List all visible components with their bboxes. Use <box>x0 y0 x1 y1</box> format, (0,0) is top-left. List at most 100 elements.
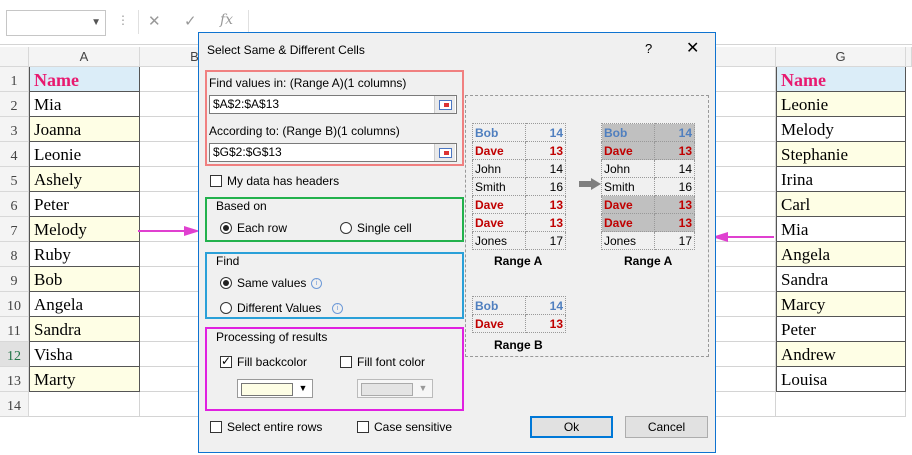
column-g-cell[interactable]: Marcy <box>776 292 906 317</box>
row-header[interactable]: 5 <box>0 167 29 192</box>
column-f-cell[interactable] <box>716 242 776 267</box>
column-a-cell[interactable]: Visha <box>29 342 140 367</box>
column-header-g[interactable]: G <box>776 47 906 67</box>
fill-font-color-checkbox[interactable] <box>340 356 352 368</box>
column-g-cell[interactable]: Mia <box>776 217 906 242</box>
column-a-cell[interactable]: Melody <box>29 217 140 242</box>
column-f-cell[interactable] <box>716 192 776 217</box>
range-a-input[interactable]: $A$2:$A$13 <box>209 95 457 114</box>
column-f-cell[interactable] <box>716 267 776 292</box>
column-b-cell[interactable] <box>140 392 200 417</box>
column-f-cell[interactable] <box>716 367 776 392</box>
row-header[interactable]: 4 <box>0 142 29 167</box>
column-g-cell[interactable]: Angela <box>776 242 906 267</box>
column-a-cell[interactable]: Angela <box>29 292 140 317</box>
column-b-cell[interactable] <box>140 192 200 217</box>
row-header[interactable]: 2 <box>0 92 29 117</box>
column-a-cell[interactable]: Leonie <box>29 142 140 167</box>
same-values-radio[interactable] <box>220 277 232 289</box>
column-f-cell[interactable] <box>716 392 776 417</box>
function-fx-icon[interactable]: fx <box>220 12 233 28</box>
column-f-cell[interactable] <box>716 92 776 117</box>
column-g-cell[interactable] <box>776 392 906 417</box>
column-header-a[interactable]: A <box>29 47 140 67</box>
info-icon[interactable]: i <box>311 278 322 289</box>
column-b-cell[interactable] <box>140 267 200 292</box>
column-a-cell[interactable]: Joanna <box>29 117 140 142</box>
case-sensitive-checkbox[interactable] <box>357 421 369 433</box>
column-b-cell[interactable] <box>140 292 200 317</box>
dropdown-arrow-icon[interactable]: ▼ <box>414 380 432 397</box>
column-g-cell[interactable]: Irina <box>776 167 906 192</box>
column-f-cell[interactable] <box>716 142 776 167</box>
column-a-header-cell[interactable]: Name <box>29 67 140 92</box>
row-header[interactable]: 3 <box>0 117 29 142</box>
column-a-cell[interactable]: Ashely <box>29 167 140 192</box>
name-box[interactable]: ▼ <box>6 10 106 36</box>
column-g-cell[interactable]: Melody <box>776 117 906 142</box>
row-header[interactable]: 13 <box>0 367 29 392</box>
column-header-f[interactable] <box>716 47 776 67</box>
column-a-cell[interactable]: Sandra <box>29 317 140 342</box>
column-g-cell[interactable]: Louisa <box>776 367 906 392</box>
column-b-cell[interactable] <box>140 167 200 192</box>
column-a-cell[interactable]: Bob <box>29 267 140 292</box>
row-header[interactable]: 6 <box>0 192 29 217</box>
column-f-cell[interactable] <box>716 342 776 367</box>
column-g-cell[interactable]: Leonie <box>776 92 906 117</box>
row-header[interactable]: 12 <box>0 342 29 367</box>
drag-handle-icon[interactable]: ⋮ <box>117 13 130 27</box>
row-header[interactable]: 11 <box>0 317 29 342</box>
fill-backcolor-checkbox[interactable] <box>220 354 232 368</box>
select-all-corner[interactable] <box>0 47 29 67</box>
row-header[interactable]: 1 <box>0 67 29 92</box>
dropdown-arrow-icon[interactable]: ▼ <box>91 17 101 28</box>
column-b-cell[interactable] <box>140 142 200 167</box>
ok-button[interactable]: Ok <box>530 416 613 438</box>
column-a-cell[interactable]: Mia <box>29 92 140 117</box>
column-b-cell[interactable] <box>140 67 200 92</box>
font-color-picker[interactable]: ▼ <box>357 379 433 398</box>
my-data-has-headers-checkbox[interactable] <box>210 175 222 187</box>
select-entire-rows-checkbox[interactable] <box>210 421 222 433</box>
column-g-header-cell[interactable]: Name <box>776 67 906 92</box>
close-icon[interactable]: ✕ <box>686 38 699 58</box>
row-header[interactable]: 10 <box>0 292 29 317</box>
column-b-cell[interactable] <box>140 317 200 342</box>
cancel-button[interactable]: Cancel <box>625 416 708 438</box>
column-f-cell[interactable] <box>716 67 776 92</box>
column-b-cell[interactable] <box>140 242 200 267</box>
column-header-h[interactable] <box>906 47 912 67</box>
column-g-cell[interactable]: Sandra <box>776 267 906 292</box>
column-a-cell[interactable]: Ruby <box>29 242 140 267</box>
column-g-cell[interactable]: Andrew <box>776 342 906 367</box>
column-f-cell[interactable] <box>716 117 776 142</box>
column-g-cell[interactable]: Peter <box>776 317 906 342</box>
each-row-radio[interactable] <box>220 222 232 234</box>
column-a-cell[interactable] <box>29 392 140 417</box>
range-select-icon[interactable] <box>434 144 455 161</box>
info-icon[interactable]: i <box>332 303 343 314</box>
different-values-radio[interactable] <box>220 302 232 314</box>
column-b-cell[interactable] <box>140 367 200 392</box>
single-cell-radio[interactable] <box>340 222 352 234</box>
backcolor-picker[interactable]: ▼ <box>237 379 313 398</box>
row-header[interactable]: 14 <box>0 392 29 417</box>
column-a-cell[interactable]: Peter <box>29 192 140 217</box>
column-f-cell[interactable] <box>716 317 776 342</box>
column-b-cell[interactable] <box>140 117 200 142</box>
range-select-icon[interactable] <box>434 96 455 113</box>
range-b-input[interactable]: $G$2:$G$13 <box>209 143 457 162</box>
row-header[interactable]: 7 <box>0 217 29 242</box>
column-b-cell[interactable] <box>140 342 200 367</box>
column-g-cell[interactable]: Stephanie <box>776 142 906 167</box>
dropdown-arrow-icon[interactable]: ▼ <box>294 380 312 397</box>
column-a-cell[interactable]: Marty <box>29 367 140 392</box>
column-f-cell[interactable] <box>716 292 776 317</box>
column-g-cell[interactable]: Carl <box>776 192 906 217</box>
row-header[interactable]: 8 <box>0 242 29 267</box>
help-button[interactable]: ? <box>645 41 652 56</box>
column-f-cell[interactable] <box>716 167 776 192</box>
cancel-x-icon[interactable]: ✕ <box>148 12 161 30</box>
enter-check-icon[interactable]: ✓ <box>184 12 197 30</box>
